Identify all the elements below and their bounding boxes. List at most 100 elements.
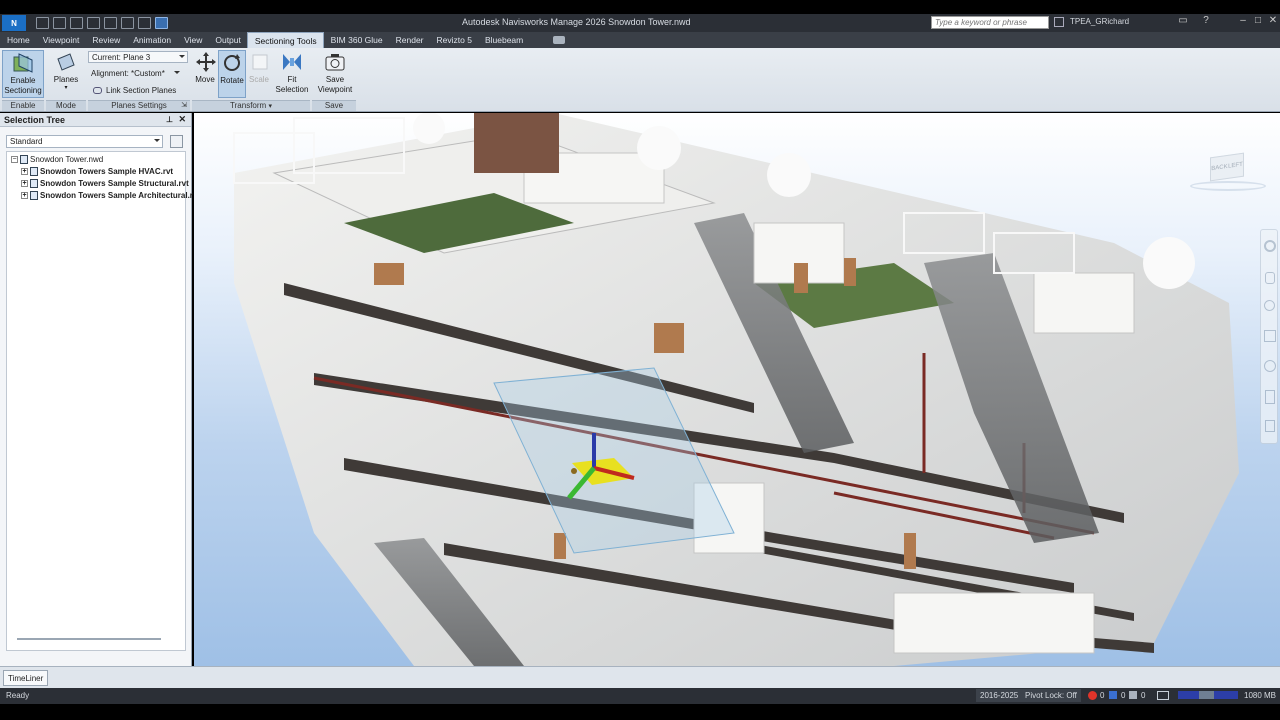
3d-viewport[interactable]: BACK LEFT bbox=[194, 113, 1280, 666]
current-plane-dropdown[interactable]: Current: Plane 3 bbox=[88, 51, 188, 63]
selection-tree-list: − Snowdon Tower.nwd + Snowdon Towers Sam… bbox=[6, 151, 193, 651]
steering-wheel-icon[interactable] bbox=[1264, 240, 1276, 252]
user-account[interactable]: TPEA_GRichard bbox=[1070, 17, 1129, 26]
gizmo-center[interactable] bbox=[571, 468, 577, 474]
tab-animation[interactable]: Animation bbox=[126, 32, 177, 48]
alignment-dropdown[interactable]: Alignment: *Custom* bbox=[88, 68, 188, 80]
save-viewpoint-button[interactable]: Save Viewpoint bbox=[316, 50, 354, 98]
viewcube-left-face[interactable]: LEFT bbox=[1228, 162, 1243, 170]
ribbon-options-icon[interactable] bbox=[553, 36, 566, 44]
sets-icon[interactable] bbox=[170, 135, 183, 148]
tab-home[interactable]: Home bbox=[0, 32, 36, 48]
close-icon[interactable]: ✕ bbox=[1266, 15, 1280, 29]
planes-mode-button[interactable]: Planes ▾ bbox=[50, 50, 82, 98]
orbit-icon[interactable] bbox=[1264, 330, 1276, 342]
error-count: 0 bbox=[1100, 691, 1105, 700]
move-arrows-icon bbox=[196, 52, 216, 72]
status-bar: Ready 2016-2025 Pivot Lock: Off 0 0 0 10… bbox=[0, 688, 1280, 704]
file-icon bbox=[30, 179, 38, 188]
chevron-down-icon: ▾ bbox=[64, 85, 68, 91]
selection-tree-header: Selection Tree ⊥ ✕ bbox=[0, 113, 191, 127]
binoculars-icon[interactable] bbox=[1054, 17, 1064, 27]
refresh-icon[interactable] bbox=[138, 17, 151, 29]
dock-tab-bar: TimeLiner bbox=[0, 666, 1280, 688]
file-icon bbox=[30, 191, 38, 200]
sheet-info[interactable]: 2016-2025 bbox=[976, 689, 1023, 702]
timeliner-tab[interactable]: TimeLiner bbox=[3, 670, 49, 686]
close-icon[interactable]: ✕ bbox=[178, 114, 186, 125]
viewcube[interactable]: BACK LEFT bbox=[1190, 147, 1266, 193]
warning-icon[interactable] bbox=[1109, 691, 1117, 699]
pivot-lock-toggle[interactable]: Pivot Lock: Off bbox=[1021, 689, 1081, 702]
expand-icon[interactable]: + bbox=[21, 192, 28, 199]
viewcube-back-face[interactable]: BACK bbox=[1211, 164, 1227, 172]
move-button[interactable]: Move bbox=[194, 50, 216, 98]
redo-icon[interactable] bbox=[121, 17, 134, 29]
horizontal-scrollbar[interactable] bbox=[17, 638, 161, 640]
tab-viewpoint[interactable]: Viewpoint bbox=[36, 32, 86, 48]
sheet-browser-icon[interactable] bbox=[1157, 691, 1169, 700]
new-file-icon[interactable] bbox=[36, 17, 49, 29]
expand-icon[interactable]: + bbox=[21, 168, 28, 175]
plane-icon bbox=[57, 53, 75, 71]
walk-icon[interactable] bbox=[1265, 390, 1275, 404]
tab-output[interactable]: Output bbox=[208, 32, 247, 48]
info-count: 0 bbox=[1141, 691, 1146, 700]
brick-volume bbox=[474, 113, 559, 173]
chevron-down-icon bbox=[174, 71, 180, 74]
info-icon[interactable] bbox=[1129, 691, 1137, 699]
link-section-planes-button[interactable]: Link Section Planes bbox=[90, 84, 190, 96]
zoom-icon[interactable] bbox=[1264, 300, 1275, 311]
tab-render[interactable]: Render bbox=[389, 32, 430, 48]
warning-count: 0 bbox=[1121, 691, 1126, 700]
select-cursor-icon[interactable] bbox=[155, 17, 168, 29]
help-icon[interactable]: ? bbox=[1199, 15, 1213, 29]
pin-icon[interactable]: ⊥ bbox=[166, 115, 173, 124]
group-mode-label: Mode bbox=[46, 100, 86, 111]
memory-usage: 1080 MB bbox=[1244, 691, 1277, 700]
pan-icon[interactable] bbox=[1265, 272, 1275, 284]
ribbon-panel: Enable Sectioning Planes ▾ Current: Plan… bbox=[0, 48, 1280, 112]
open-folder-icon[interactable] bbox=[53, 17, 66, 29]
tab-review[interactable]: Review bbox=[85, 32, 126, 48]
cart-icon[interactable]: ▭ bbox=[1176, 15, 1190, 29]
save-icon[interactable] bbox=[70, 17, 83, 29]
navigation-bar bbox=[1260, 229, 1278, 444]
select-cursor-icon[interactable] bbox=[1265, 420, 1275, 432]
tree-node-architectural[interactable]: + Snowdon Towers Sample Architectural.r bbox=[21, 191, 193, 200]
tab-revizto[interactable]: Revizto 5 bbox=[430, 32, 478, 48]
dialog-launcher-icon[interactable]: ⇲ bbox=[181, 101, 187, 109]
tab-bluebeam[interactable]: Bluebeam bbox=[478, 32, 529, 48]
sectioning-icon bbox=[13, 53, 33, 73]
fit-selection-button[interactable]: Fit Selection bbox=[274, 50, 310, 98]
file-icon bbox=[30, 167, 38, 176]
tab-view[interactable]: View bbox=[177, 32, 208, 48]
collapse-icon[interactable]: − bbox=[11, 156, 18, 163]
tree-node-structural[interactable]: + Snowdon Towers Sample Structural.rvt bbox=[21, 179, 189, 188]
group-planes-settings-label[interactable]: Planes Settings ⇲ bbox=[88, 100, 190, 111]
scale-button[interactable]: Scale bbox=[248, 50, 270, 98]
maximize-icon[interactable]: □ bbox=[1251, 15, 1265, 29]
building-model[interactable] bbox=[194, 113, 1280, 666]
performance-bar bbox=[1178, 691, 1238, 699]
group-transform-label[interactable]: Transform ▾ bbox=[192, 100, 310, 111]
minimize-icon[interactable]: – bbox=[1236, 15, 1250, 29]
tree-node-root[interactable]: − Snowdon Tower.nwd bbox=[11, 155, 103, 164]
search-input[interactable] bbox=[931, 16, 1049, 29]
enable-sectioning-button[interactable]: Enable Sectioning bbox=[2, 50, 44, 98]
print-icon[interactable] bbox=[87, 17, 100, 29]
group-enable-label: Enable bbox=[2, 100, 44, 111]
window-title: Autodesk Navisworks Manage 2026 Snowdon … bbox=[462, 17, 691, 27]
look-icon[interactable] bbox=[1264, 360, 1276, 372]
expand-icon[interactable]: + bbox=[21, 180, 28, 187]
tab-sectioning-tools[interactable]: Sectioning Tools bbox=[246, 32, 324, 48]
tree-node-hvac[interactable]: + Snowdon Towers Sample HVAC.rvt bbox=[21, 167, 173, 176]
rotate-button[interactable]: Rotate bbox=[218, 50, 246, 98]
app-logo[interactable]: N bbox=[2, 15, 26, 31]
error-icon[interactable] bbox=[1088, 691, 1097, 700]
link-icon bbox=[93, 86, 102, 94]
undo-icon[interactable] bbox=[104, 17, 117, 29]
tree-filter-dropdown[interactable]: Standard bbox=[6, 135, 163, 148]
title-bar: N Autodesk Navisworks Manage 2026 Snowdo… bbox=[0, 14, 1280, 32]
tab-bim360-glue[interactable]: BIM 360 Glue bbox=[324, 32, 389, 48]
